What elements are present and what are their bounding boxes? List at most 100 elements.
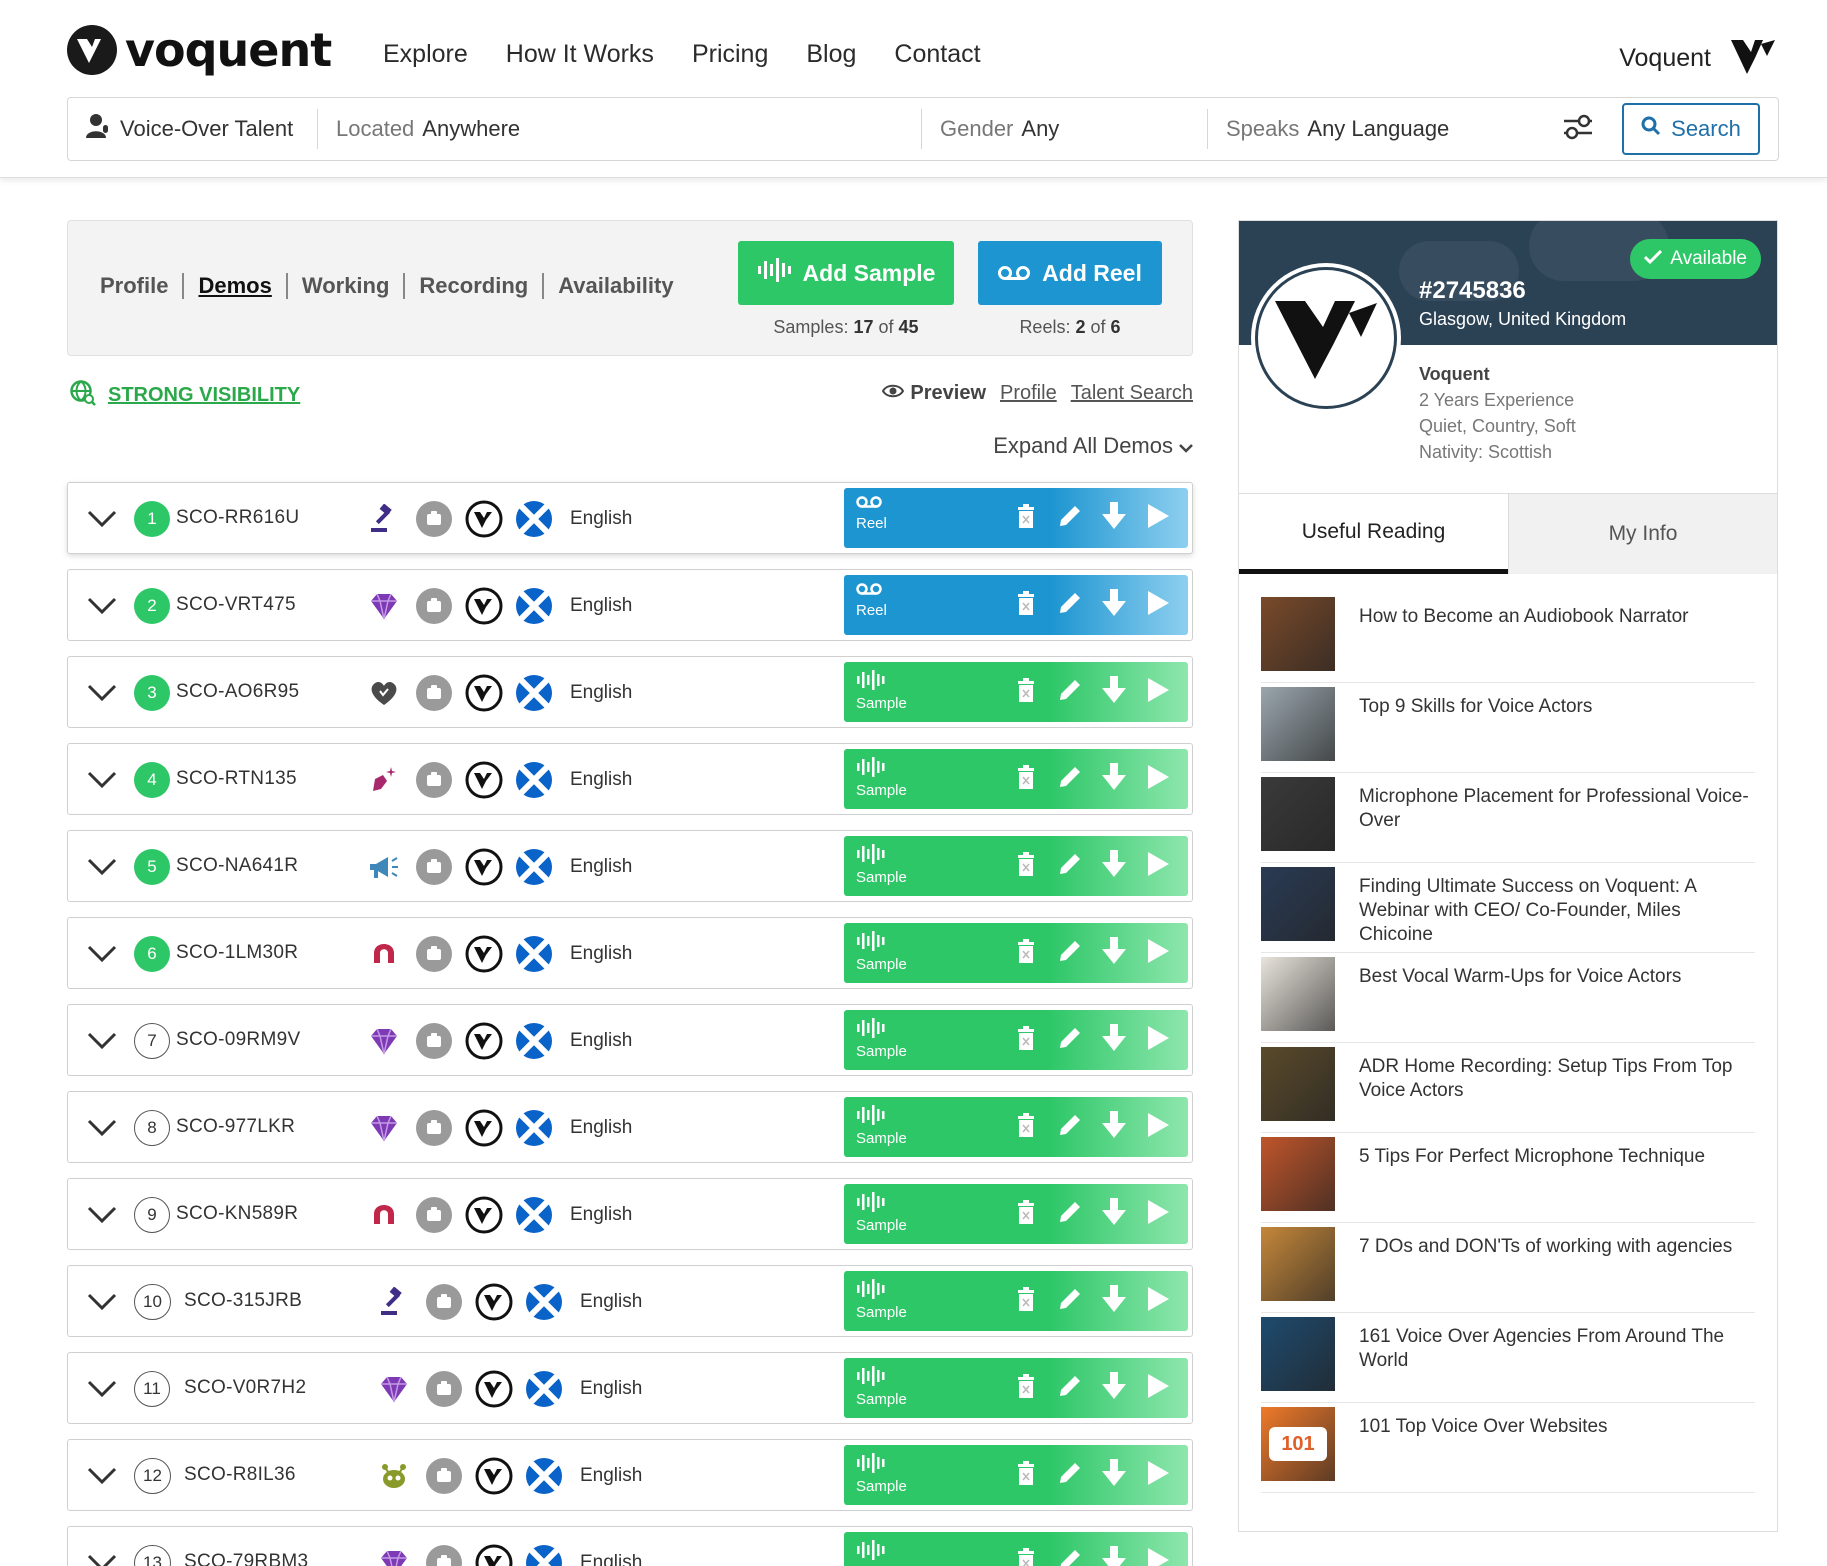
delete-button[interactable]: [1012, 1020, 1040, 1060]
article-item[interactable]: Best Vocal Warm-Ups for Voice Actors: [1261, 953, 1755, 1043]
download-button[interactable]: [1100, 933, 1128, 973]
download-button[interactable]: [1100, 1194, 1128, 1234]
tab-my-info[interactable]: My Info: [1508, 494, 1777, 574]
nav-how-it-works[interactable]: How It Works: [506, 40, 654, 69]
play-kind[interactable]: Sample: [856, 670, 907, 713]
delete-button[interactable]: [1012, 1107, 1040, 1147]
article-title-link[interactable]: 5 Tips For Perfect Microphone Technique: [1359, 1135, 1705, 1169]
article-item[interactable]: How to Become an Audiobook Narrator: [1261, 593, 1755, 683]
play-kind[interactable]: Sample: [856, 1540, 907, 1566]
edit-button[interactable]: [1056, 759, 1084, 799]
tab-working[interactable]: Working: [288, 273, 406, 299]
demo-row[interactable]: 13 SCO-79RBM3 English Sample: [67, 1526, 1193, 1566]
delete-button[interactable]: [1012, 672, 1040, 712]
article-item[interactable]: Microphone Placement for Professional Vo…: [1261, 773, 1755, 863]
expand-chevron-icon[interactable]: [86, 503, 118, 535]
article-item[interactable]: 161 Voice Over Agencies From Around The …: [1261, 1313, 1755, 1403]
demo-row[interactable]: 1 SCO-RR616U English Reel: [67, 482, 1193, 554]
delete-button[interactable]: [1012, 1194, 1040, 1234]
play-kind[interactable]: Sample: [856, 1105, 907, 1148]
download-button[interactable]: [1100, 1281, 1128, 1321]
nav-explore[interactable]: Explore: [383, 40, 468, 69]
article-thumbnail[interactable]: [1261, 597, 1335, 671]
article-thumbnail[interactable]: [1261, 687, 1335, 761]
play-kind[interactable]: Sample: [856, 931, 907, 974]
download-button[interactable]: [1100, 498, 1128, 538]
article-thumbnail[interactable]: [1261, 1047, 1335, 1121]
demo-row[interactable]: 5 SCO-NA641R English Sample: [67, 830, 1193, 902]
edit-button[interactable]: [1056, 1107, 1084, 1147]
delete-button[interactable]: [1012, 498, 1040, 538]
play-button[interactable]: [1144, 1455, 1172, 1495]
play-button[interactable]: [1144, 1194, 1172, 1234]
expand-all-demos-button[interactable]: Expand All Demos: [993, 433, 1193, 459]
tab-availability[interactable]: Availability: [544, 273, 687, 299]
edit-button[interactable]: [1056, 1542, 1084, 1566]
located-select[interactable]: Located Anywhere: [318, 109, 922, 149]
expand-chevron-icon[interactable]: [86, 1025, 118, 1057]
article-title-link[interactable]: How to Become an Audiobook Narrator: [1359, 595, 1689, 629]
preview-talent-search-link[interactable]: Talent Search: [1071, 382, 1193, 405]
delete-button[interactable]: [1012, 1281, 1040, 1321]
download-button[interactable]: [1100, 1542, 1128, 1566]
expand-chevron-icon[interactable]: [86, 1373, 118, 1405]
article-thumbnail[interactable]: [1261, 957, 1335, 1031]
demo-row[interactable]: 10 SCO-315JRB English Sample: [67, 1265, 1193, 1337]
play-button[interactable]: [1144, 1107, 1172, 1147]
delete-button[interactable]: [1012, 759, 1040, 799]
edit-button[interactable]: [1056, 585, 1084, 625]
article-item[interactable]: ADR Home Recording: Setup Tips From Top …: [1261, 1043, 1755, 1133]
demo-row[interactable]: 3 SCO-AO6R95 English Sample: [67, 656, 1193, 728]
play-kind[interactable]: Sample: [856, 1279, 907, 1322]
edit-button[interactable]: [1056, 672, 1084, 712]
play-kind[interactable]: Sample: [856, 844, 907, 887]
article-thumbnail[interactable]: [1261, 867, 1335, 941]
article-title-link[interactable]: 7 DOs and DON'Ts of working with agencie…: [1359, 1225, 1732, 1259]
edit-button[interactable]: [1056, 1281, 1084, 1321]
demo-row[interactable]: 4 SCO-RTN135 English Sample: [67, 743, 1193, 815]
expand-chevron-icon[interactable]: [86, 1199, 118, 1231]
download-button[interactable]: [1100, 759, 1128, 799]
article-thumbnail[interactable]: [1261, 1137, 1335, 1211]
play-button[interactable]: [1144, 1020, 1172, 1060]
download-button[interactable]: [1100, 585, 1128, 625]
play-button[interactable]: [1144, 759, 1172, 799]
tab-recording[interactable]: Recording: [405, 273, 545, 299]
demo-row[interactable]: 12 SCO-R8IL36 English Sample: [67, 1439, 1193, 1511]
edit-button[interactable]: [1056, 1020, 1084, 1060]
article-item[interactable]: 101 101 Top Voice Over Websites: [1261, 1403, 1755, 1493]
search-button[interactable]: Search: [1622, 103, 1760, 155]
article-title-link[interactable]: 161 Voice Over Agencies From Around The …: [1359, 1315, 1755, 1373]
talent-type-select[interactable]: Voice-Over Talent: [68, 109, 318, 149]
play-button[interactable]: [1144, 1542, 1172, 1566]
filter-toggle-button[interactable]: [1548, 113, 1608, 146]
expand-chevron-icon[interactable]: [86, 1286, 118, 1318]
demo-row[interactable]: 9 SCO-KN589R English Sample: [67, 1178, 1193, 1250]
play-button[interactable]: [1144, 1368, 1172, 1408]
nav-contact[interactable]: Contact: [894, 40, 980, 69]
edit-button[interactable]: [1056, 1194, 1084, 1234]
add-reel-button[interactable]: Add Reel: [978, 241, 1162, 305]
visibility-indicator[interactable]: STRONG VISIBILITY: [70, 380, 300, 411]
download-button[interactable]: [1100, 1368, 1128, 1408]
demo-row[interactable]: 8 SCO-977LKR English Sample: [67, 1091, 1193, 1163]
add-sample-button[interactable]: Add Sample: [738, 241, 954, 305]
voquent-logo[interactable]: voquent: [67, 23, 332, 77]
article-title-link[interactable]: Top 9 Skills for Voice Actors: [1359, 685, 1592, 719]
article-title-link[interactable]: 101 Top Voice Over Websites: [1359, 1405, 1608, 1439]
play-button[interactable]: [1144, 933, 1172, 973]
download-button[interactable]: [1100, 1020, 1128, 1060]
demo-row[interactable]: 11 SCO-V0R7H2 English Sample: [67, 1352, 1193, 1424]
play-button[interactable]: [1144, 498, 1172, 538]
edit-button[interactable]: [1056, 933, 1084, 973]
play-kind[interactable]: Sample: [856, 1192, 907, 1235]
article-item[interactable]: Top 9 Skills for Voice Actors: [1261, 683, 1755, 773]
edit-button[interactable]: [1056, 498, 1084, 538]
expand-chevron-icon[interactable]: [86, 1112, 118, 1144]
delete-button[interactable]: [1012, 1455, 1040, 1495]
article-title-link[interactable]: ADR Home Recording: Setup Tips From Top …: [1359, 1045, 1755, 1103]
play-button[interactable]: [1144, 1281, 1172, 1321]
expand-chevron-icon[interactable]: [86, 590, 118, 622]
nav-pricing[interactable]: Pricing: [692, 40, 768, 69]
edit-button[interactable]: [1056, 1368, 1084, 1408]
